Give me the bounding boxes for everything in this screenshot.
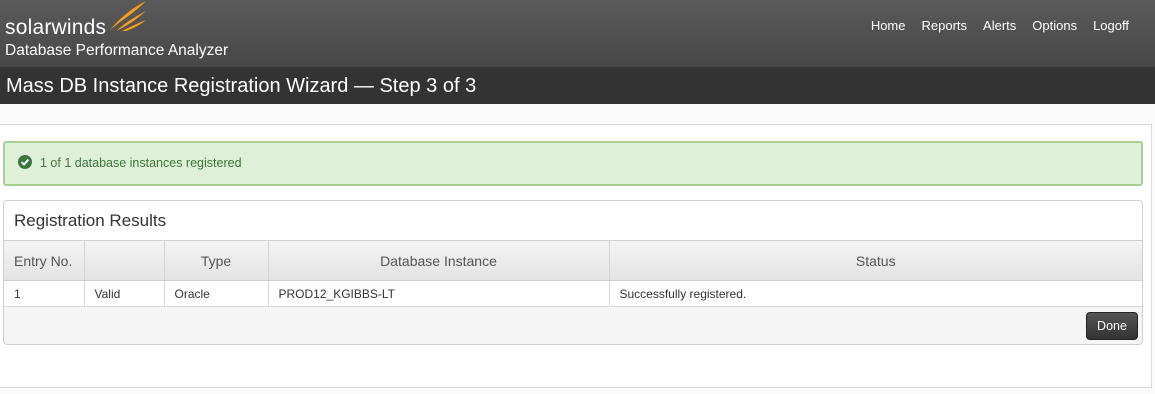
- alert-message: 1 of 1 database instances registered: [40, 156, 242, 170]
- cell-validity: Valid: [84, 280, 165, 307]
- cell-status: Successfully registered.: [609, 280, 1142, 307]
- nav-alerts[interactable]: Alerts: [975, 18, 1024, 33]
- cell-instance: PROD12_KGIBBS-LT: [268, 280, 610, 307]
- solarwinds-bird-icon: [110, 1, 146, 31]
- nav-logoff[interactable]: Logoff: [1085, 18, 1137, 33]
- nav-reports[interactable]: Reports: [914, 18, 976, 33]
- check-circle-icon: [18, 155, 32, 169]
- done-button[interactable]: Done: [1086, 312, 1138, 340]
- col-status[interactable]: Status: [609, 240, 1142, 281]
- title-bar: Mass DB Instance Registration Wizard — S…: [0, 67, 1155, 104]
- product-name: Database Performance Analyzer: [5, 42, 229, 59]
- top-header: solarwinds Database Performance Analyzer…: [0, 0, 1155, 67]
- col-database-instance[interactable]: Database Instance: [268, 240, 610, 281]
- success-alert: 1 of 1 database instances registered: [3, 141, 1143, 186]
- cell-type: Oracle: [164, 280, 269, 307]
- col-entry-no[interactable]: Entry No.: [4, 240, 85, 281]
- cell-entry: 1: [4, 280, 85, 307]
- col-validity[interactable]: [84, 240, 165, 281]
- table-row: 1 Valid Oracle PROD12_KGIBBS-LT Successf…: [4, 280, 1142, 307]
- panel-title: Registration Results: [14, 211, 167, 230]
- main-nav: Home Reports Alerts Options Logoff: [863, 18, 1137, 33]
- brand-name: solarwinds: [5, 16, 107, 39]
- page-title: Mass DB Instance Registration Wizard — S…: [6, 75, 477, 97]
- nav-home[interactable]: Home: [863, 18, 914, 33]
- col-type[interactable]: Type: [164, 240, 269, 281]
- nav-options[interactable]: Options: [1024, 18, 1085, 33]
- table-header-row: Entry No. Type Database Instance Status: [4, 240, 1142, 281]
- panel-footer: Done: [4, 307, 1142, 344]
- registration-results-panel: Registration Results Entry No. Type Data…: [3, 200, 1143, 345]
- results-table: Entry No. Type Database Instance Status …: [4, 240, 1142, 307]
